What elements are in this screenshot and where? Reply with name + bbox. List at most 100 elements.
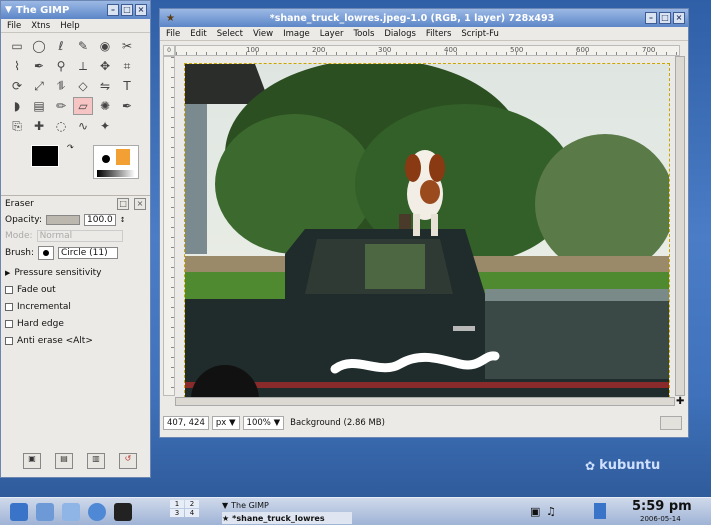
image-menu-select[interactable]: Select [217,29,243,39]
image-minimize-icon[interactable]: – [645,12,657,24]
blur-icon[interactable]: ◌ [51,117,71,135]
clone-icon[interactable]: ⎘ [7,117,27,135]
save-options-icon[interactable]: ▣ [23,453,41,469]
color-select-icon[interactable]: ◉ [95,37,115,55]
minimize-icon[interactable]: – [107,4,119,16]
anti-erase-checkbox[interactable] [5,337,13,345]
image-menu-view[interactable]: View [253,29,273,39]
window-menu-icon[interactable]: ▼ [5,5,12,15]
image-menu-edit[interactable]: Edit [190,29,206,39]
measure-icon[interactable]: ⟂ [73,57,93,75]
unit-value: px [215,418,227,428]
menu-file[interactable]: File [7,21,21,31]
rotate-icon[interactable]: ⟳ [7,77,27,95]
restore-icon[interactable]: □ [117,198,130,210]
menu-help[interactable]: Help [60,21,79,31]
swap-colors-icon[interactable]: ↷ [67,143,74,152]
zoom-select[interactable]: 100% ▼ [242,416,285,430]
hard-edge-checkbox[interactable] [5,320,13,328]
navigate-icon[interactable]: ✚ [676,396,684,407]
dodge-icon[interactable]: ✦ [95,117,115,135]
close-icon[interactable]: × [135,4,147,16]
horizontal-ruler[interactable]: 100 200 300 400 500 600 700 [175,45,680,56]
bucket-fill-icon[interactable]: ◗ [7,97,27,115]
image-menu-file[interactable]: File [166,29,180,39]
paths-icon[interactable]: ⌇ [7,57,27,75]
brush-pattern-gradient[interactable] [93,145,139,179]
image-menu-filters[interactable]: Filters [426,29,451,39]
image-menu-image[interactable]: Image [283,29,310,39]
rect-select-icon[interactable]: ▭ [7,37,27,55]
image-canvas[interactable] [184,63,670,398]
expander-arrow-icon[interactable]: ▶ [5,269,10,277]
terminal-icon[interactable] [114,503,132,521]
smudge-icon[interactable]: ∿ [73,117,93,135]
shear-icon[interactable]: ⥮ [51,77,71,95]
ruler-corner[interactable]: 0 [163,45,175,56]
flip-icon[interactable]: ⇋ [95,77,115,95]
image-titlebar[interactable]: ★ *shane_truck_lowres.jpeg-1.0 (RGB, 1 l… [160,9,688,27]
fuzzy-select-icon[interactable]: ✎ [73,37,93,55]
scissors-icon[interactable]: ✂ [117,37,137,55]
reset-options-icon[interactable]: ↺ [119,453,137,469]
move-icon[interactable]: ✥ [95,57,115,75]
image-menu-dialogs[interactable]: Dialogs [384,29,416,39]
image-menu-scriptfu[interactable]: Script-Fu [461,29,499,39]
blend-icon[interactable]: ▤ [29,97,49,115]
image-menu-layer[interactable]: Layer [320,29,344,39]
delete-options-icon[interactable]: ▥ [87,453,105,469]
heal-icon[interactable]: ✚ [29,117,49,135]
kmenu-icon[interactable] [10,503,28,521]
browser-icon[interactable] [88,503,106,521]
toolbox-titlebar[interactable]: ▼ The GIMP – □ × [1,1,150,19]
vertical-ruler[interactable] [163,56,175,396]
scale-icon[interactable]: ⤢ [29,77,49,95]
network-icon[interactable] [594,503,606,519]
panel-close-icon[interactable]: × [134,198,146,210]
crop-icon[interactable]: ⌗ [117,57,137,75]
text-icon[interactable]: T [117,77,137,95]
image-close-icon[interactable]: × [673,12,685,24]
pager-desktop-1[interactable]: 1 [170,500,184,508]
opacity-value[interactable]: 100.0 [84,214,116,226]
horizontal-scrollbar[interactable] [175,397,675,406]
color-picker-icon[interactable]: ✒ [29,57,49,75]
home-folder-icon[interactable] [62,503,80,521]
ruler-tick-label: 400 [444,46,458,54]
cancel-button[interactable] [660,416,682,430]
airbrush-icon[interactable]: ✺ [95,97,115,115]
pressure-sensitivity-expander[interactable]: Pressure sensitivity [14,268,101,278]
incremental-checkbox[interactable] [5,303,13,311]
clock-time[interactable]: 5:59 pm [632,499,692,514]
opacity-slider[interactable] [46,215,80,225]
volume-icon[interactable]: ♫ [546,505,556,518]
eraser-icon[interactable]: ▱ [73,97,93,115]
fg-color-swatch[interactable] [31,145,59,167]
pager-desktop-2[interactable]: 2 [185,500,199,508]
lasso-icon[interactable]: ℓ [51,37,71,55]
vertical-scrollbar[interactable] [675,56,685,396]
mode-select[interactable]: Normal [36,230,123,242]
pager-desktop-4[interactable]: 4 [185,509,199,517]
unit-select[interactable]: px ▼ [211,416,240,430]
image-maximize-icon[interactable]: □ [659,12,671,24]
image-menu-tools[interactable]: Tools [353,29,374,39]
opacity-spin-icon[interactable]: ↕ [120,216,126,224]
toolbox-title: The GIMP [15,4,70,16]
ellipse-select-icon[interactable]: ◯ [29,37,49,55]
task-gimp[interactable]: ▼ The GIMP [222,500,352,511]
brush-select-button[interactable] [38,246,55,260]
desktop-pager[interactable]: 1 2 3 4 [170,500,199,517]
restore-options-icon[interactable]: ▤ [55,453,73,469]
menu-xtns[interactable]: Xtns [31,21,50,31]
zoom-icon[interactable]: ⚲ [51,57,71,75]
maximize-icon[interactable]: □ [121,4,133,16]
show-desktop-icon[interactable] [36,503,54,521]
clipboard-icon[interactable]: ▣ [530,505,540,518]
pager-desktop-3[interactable]: 3 [170,509,184,517]
task-image[interactable]: ★ *shane_truck_lowres [222,512,352,524]
pencil-icon[interactable]: ✏ [51,97,71,115]
fade-out-checkbox[interactable] [5,286,13,294]
ink-icon[interactable]: ✒ [117,97,137,115]
perspective-icon[interactable]: ◇ [73,77,93,95]
